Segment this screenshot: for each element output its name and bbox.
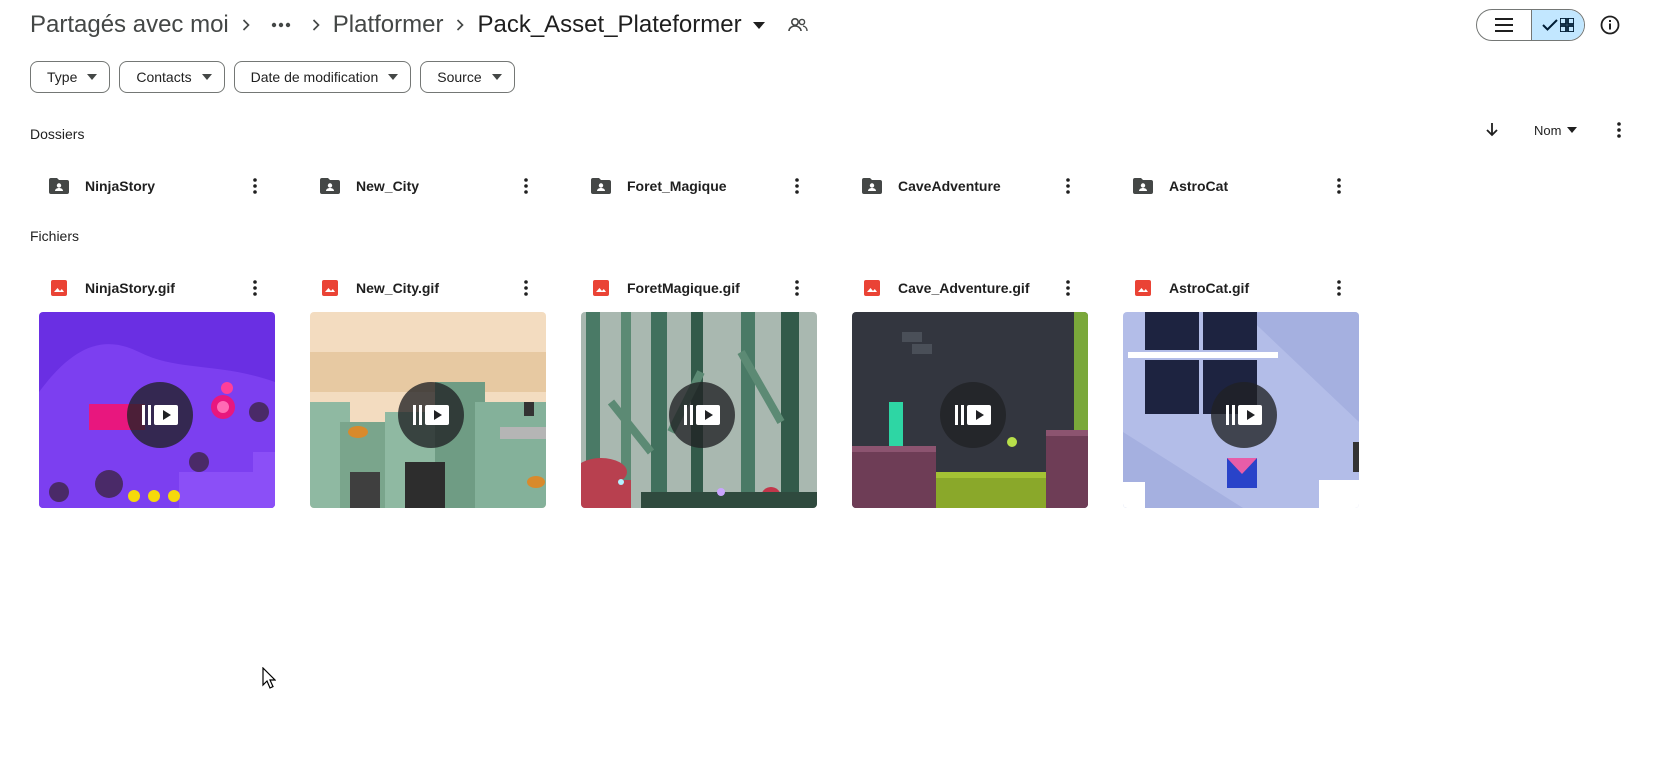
- shared-folder-icon: [590, 175, 612, 197]
- folder-item[interactable]: New_City: [301, 168, 546, 204]
- list-icon: [1495, 18, 1513, 32]
- folder-name: NinjaStory: [85, 178, 156, 194]
- chevron-right-icon: [299, 6, 333, 44]
- folders-row: NinjaStory New_City Foret_Magique CaveAd…: [30, 168, 1359, 204]
- breadcrumb: Partagés avec moi Platformer Pack_Asset_…: [30, 6, 816, 44]
- more-vert-icon[interactable]: [1327, 174, 1351, 198]
- more-vert-icon[interactable]: [243, 276, 267, 300]
- more-vert-icon[interactable]: [1607, 118, 1631, 142]
- file-card[interactable]: AstroCat.gif: [1114, 270, 1359, 508]
- check-icon: [1542, 19, 1558, 31]
- caret-down-icon: [87, 74, 98, 80]
- file-name: ForetMagique.gif: [627, 280, 740, 296]
- shared-people-icon[interactable]: [780, 6, 816, 44]
- image-file-icon: [1134, 279, 1152, 297]
- file-card[interactable]: ForetMagique.gif: [572, 270, 817, 508]
- list-view-button[interactable]: [1477, 10, 1532, 40]
- file-name: NinjaStory.gif: [85, 280, 175, 296]
- filter-bar: Type Contacts Date de modification Sourc…: [30, 61, 515, 93]
- file-thumbnail[interactable]: [581, 312, 817, 508]
- file-card[interactable]: New_City.gif: [301, 270, 546, 508]
- image-file-icon: [50, 279, 68, 297]
- more-horiz-icon[interactable]: [263, 6, 299, 44]
- sort-bar: Nom: [1478, 118, 1631, 142]
- grid-view-button[interactable]: [1532, 10, 1584, 40]
- filter-source-chip[interactable]: Source: [420, 61, 515, 93]
- file-card[interactable]: Cave_Adventure.gif: [843, 270, 1088, 508]
- filter-contacts-chip[interactable]: Contacts: [119, 61, 225, 93]
- breadcrumb-platformer[interactable]: Platformer: [333, 11, 444, 39]
- caret-down-icon: [1567, 127, 1578, 133]
- video-play-icon: [127, 382, 193, 448]
- caret-down-icon[interactable]: [744, 6, 774, 44]
- view-toggle: [1476, 9, 1585, 41]
- filter-label: Type: [47, 69, 78, 85]
- more-vert-icon[interactable]: [514, 276, 538, 300]
- file-thumbnail[interactable]: [852, 312, 1088, 508]
- more-vert-icon[interactable]: [514, 174, 538, 198]
- folder-name: Foret_Magique: [627, 178, 727, 194]
- folder-item[interactable]: AstroCat: [1114, 168, 1359, 204]
- files-section-title: Fichiers: [30, 228, 80, 244]
- shared-folder-icon: [861, 175, 883, 197]
- file-thumbnail[interactable]: [310, 312, 546, 508]
- file-name: New_City.gif: [356, 280, 439, 296]
- filter-label: Contacts: [136, 69, 192, 85]
- file-name: AstroCat.gif: [1169, 280, 1250, 296]
- folders-section-title: Dossiers: [30, 126, 85, 142]
- more-vert-icon[interactable]: [1056, 276, 1080, 300]
- breadcrumb-shared-with-me[interactable]: Partagés avec moi: [30, 11, 229, 39]
- caret-down-icon: [491, 74, 502, 80]
- sort-by-name-button[interactable]: Nom: [1534, 122, 1578, 138]
- sort-direction-arrow-icon[interactable]: [1478, 118, 1506, 142]
- folder-name: New_City: [356, 178, 420, 194]
- filter-label: Source: [437, 69, 482, 85]
- file-card[interactable]: NinjaStory.gif: [30, 270, 275, 508]
- shared-folder-icon: [48, 175, 70, 197]
- mouse-cursor-icon: [262, 666, 277, 694]
- video-play-icon: [398, 382, 464, 448]
- folder-name: AstroCat: [1169, 178, 1229, 194]
- video-play-icon: [940, 382, 1006, 448]
- chevron-right-icon: [443, 6, 477, 44]
- image-file-icon: [863, 279, 881, 297]
- more-vert-icon[interactable]: [785, 276, 809, 300]
- video-play-icon: [669, 382, 735, 448]
- more-vert-icon[interactable]: [785, 174, 809, 198]
- filter-label: Date de modification: [250, 69, 379, 85]
- breadcrumb-current-folder[interactable]: Pack_Asset_Plateformer: [477, 11, 741, 39]
- sort-label: Nom: [1534, 122, 1562, 138]
- file-thumbnail[interactable]: [1123, 312, 1359, 508]
- more-vert-icon[interactable]: [1327, 276, 1351, 300]
- caret-down-icon: [201, 74, 212, 80]
- file-name: Cave_Adventure.gif: [898, 280, 1030, 296]
- files-grid: NinjaStory.gif New_City.gif ForetMagique…: [30, 270, 1359, 508]
- image-file-icon: [321, 279, 339, 297]
- chevron-right-icon: [229, 6, 263, 44]
- filter-type-chip[interactable]: Type: [30, 61, 111, 93]
- shared-folder-icon: [1132, 175, 1154, 197]
- folder-item[interactable]: CaveAdventure: [843, 168, 1088, 204]
- folder-name: CaveAdventure: [898, 178, 1001, 194]
- shared-folder-icon: [319, 175, 341, 197]
- grid-icon: [1560, 18, 1574, 32]
- filter-modified-date-chip[interactable]: Date de modification: [233, 61, 412, 93]
- video-play-icon: [1211, 382, 1277, 448]
- more-vert-icon[interactable]: [243, 174, 267, 198]
- caret-down-icon: [388, 74, 399, 80]
- info-icon[interactable]: [1595, 10, 1625, 40]
- image-file-icon: [592, 279, 610, 297]
- file-thumbnail[interactable]: [39, 312, 275, 508]
- folder-item[interactable]: Foret_Magique: [572, 168, 817, 204]
- more-vert-icon[interactable]: [1056, 174, 1080, 198]
- folder-item[interactable]: NinjaStory: [30, 168, 275, 204]
